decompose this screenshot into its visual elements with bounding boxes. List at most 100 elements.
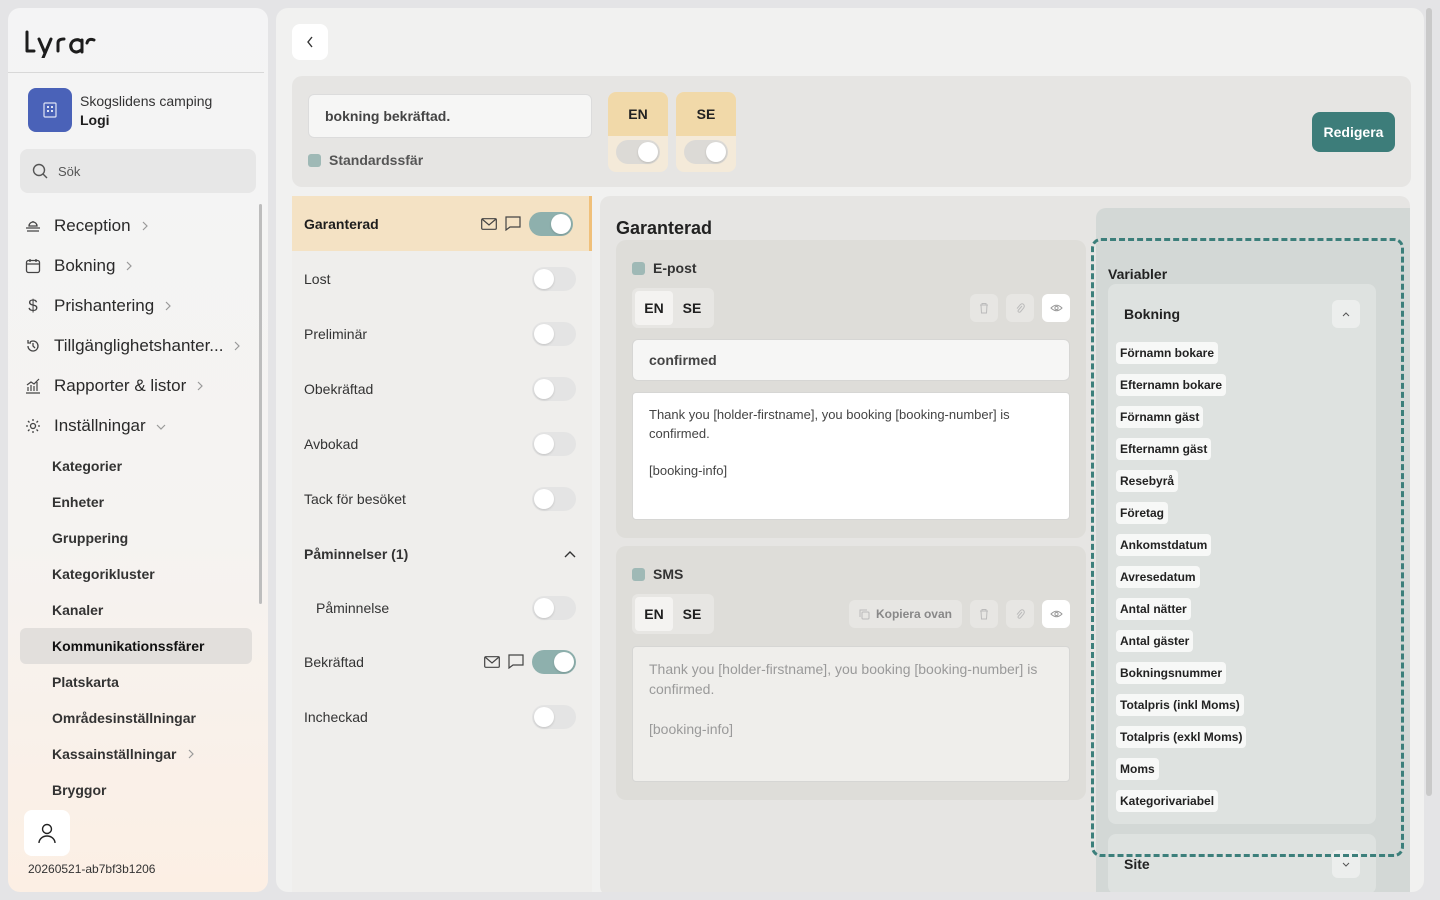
variable-chip[interactable]: Totalpris (inkl Moms) [1116,694,1244,716]
delete-button[interactable] [970,600,998,628]
variable-chip[interactable]: Bokningsnummer [1116,662,1227,684]
variable-chip[interactable]: Företag [1116,502,1169,524]
status-toggle[interactable] [532,266,576,291]
expand-button[interactable] [1332,850,1360,878]
nav-label: Rapporter & listor [54,376,187,395]
variable-chip[interactable]: Avresedatum [1116,566,1200,588]
status-label: Garanterad [304,215,379,232]
email-enabled-checkbox[interactable]: E-post [632,260,697,276]
variable-chip[interactable]: Resebyrå [1116,470,1179,492]
chart-icon [24,377,42,395]
page-scrollbar[interactable] [1426,8,1432,796]
variable-chip[interactable]: Ankomstdatum [1116,534,1212,556]
variable-row: Antal nätter [1116,598,1246,630]
collapse-button[interactable] [1332,300,1360,328]
status-item-garanterad[interactable]: Garanterad [292,196,592,251]
nav-item-installningar[interactable]: Inställningar [24,406,256,446]
variable-chip[interactable]: Förnamn gäst [1116,406,1204,428]
attach-button[interactable] [1006,600,1034,628]
nav-item-rapporter[interactable]: Rapporter & listor [24,366,256,406]
variable-chip[interactable]: Moms [1116,758,1159,780]
status-label: Tack för besöket [304,490,406,507]
sms-body-textarea[interactable]: Thank you [holder-firstname], you bookin… [632,646,1070,782]
tab-se[interactable]: SE [673,291,711,325]
status-item-tack[interactable]: Tack för besöket [292,471,592,526]
status-item-incheckad[interactable]: Incheckad [292,689,592,744]
subnav-item-kategorier[interactable]: Kategorier [20,448,252,484]
email-subject-input[interactable]: confirmed [632,339,1070,381]
tab-en[interactable]: EN [635,597,673,631]
variable-chip[interactable]: Efternamn gäst [1116,438,1212,460]
subnav-item-enheter[interactable]: Enheter [20,484,252,520]
status-item-preliminar[interactable]: Preliminär [292,306,592,361]
delete-button[interactable] [970,294,998,322]
variable-row: Efternamn bokare [1116,374,1246,406]
checkbox-checked-icon [308,153,321,167]
subnav-item-kanaler[interactable]: Kanaler [20,592,252,628]
subnav-item-kassainstallningar[interactable]: Kassainställningar [20,736,252,772]
sms-enabled-checkbox[interactable]: SMS [632,566,683,582]
organization-switcher[interactable]: Skogslidens camping Logi [28,88,212,132]
variable-chip[interactable]: Antal gäster [1116,630,1194,652]
lyra-logo [25,30,96,58]
subnav-item-kategorikluster[interactable]: Kategorikluster [20,556,252,592]
status-toggle[interactable] [532,486,576,511]
sms-tools: Kopiera ovan [848,600,1070,628]
status-item-obekraftad[interactable]: Obekräftad [292,361,592,416]
user-profile-button[interactable] [24,810,70,856]
nav-item-tillganglighet[interactable]: Tillgänglighetshanter... [24,326,256,366]
trash-icon [980,303,988,314]
status-toggle[interactable] [532,704,576,729]
status-toggle[interactable] [532,376,576,401]
preview-button[interactable] [1042,294,1070,322]
attach-button[interactable] [1006,294,1034,322]
status-toggle[interactable] [532,649,576,674]
tab-en[interactable]: EN [635,291,673,325]
language-se-toggle[interactable] [684,140,728,164]
variable-row: Efternamn gäst [1116,438,1246,470]
status-item-avbokad[interactable]: Avbokad [292,416,592,471]
sidebar-scrollbar[interactable] [259,204,262,604]
status-toggle[interactable] [532,431,576,456]
nav-item-bokning[interactable]: Bokning [24,246,256,286]
variable-chip[interactable]: Efternamn bokare [1116,374,1227,396]
tab-se[interactable]: SE [673,597,711,631]
variable-row: Förnamn gäst [1116,406,1246,438]
preview-button[interactable] [1042,600,1070,628]
sphere-name-field[interactable]: bokning bekräftad. [308,94,592,138]
subnav-item-kommunikationssfarer[interactable]: Kommunikationssfärer [20,628,252,664]
nav-item-prishantering[interactable]: $ Prishantering [24,286,256,326]
status-toggle[interactable] [529,211,573,236]
email-body-line: [booking-info] [649,463,728,478]
sms-language-tabs: EN SE [632,594,714,634]
status-item-paminnelse[interactable]: Påminnelse [292,581,592,634]
variable-chip[interactable]: Totalpris (exkl Moms) [1116,726,1247,748]
subnav-item-omradesinstallningar[interactable]: Områdesinställningar [20,700,252,736]
subnav-item-platskarta[interactable]: Platskarta [20,664,252,700]
status-item-lost[interactable]: Lost [292,251,592,306]
variable-row: Kategorivariabel [1116,790,1246,822]
status-item-bekraftad[interactable]: Bekräftad [292,634,592,689]
email-body-line: Thank you [holder-firstname], you bookin… [649,407,1010,441]
subnav-label: Kassainställningar [52,746,177,762]
nav-item-reception[interactable]: Reception [24,206,256,246]
subnav-item-gruppering[interactable]: Gruppering [20,520,252,556]
chevron-up-icon [564,550,576,557]
status-toggle[interactable] [532,321,576,346]
copy-from-above-button[interactable]: Kopiera ovan [848,600,962,628]
variable-chip[interactable]: Kategorivariabel [1116,790,1219,812]
status-toggle[interactable] [532,595,576,620]
reminders-group-header[interactable]: Påminnelser (1) [292,526,592,581]
back-button[interactable] [292,24,328,60]
variable-chip[interactable]: Förnamn bokare [1116,342,1219,364]
subnav-item-bryggor[interactable]: Bryggor [20,772,252,808]
default-sphere-checkbox[interactable]: Standardssfär [308,152,423,168]
email-body-textarea[interactable]: Thank you [holder-firstname], you bookin… [632,392,1070,520]
language-label: SE [676,92,736,136]
email-language-tabs: EN SE [632,288,714,328]
chevron-right-icon [187,746,195,762]
language-en-toggle[interactable] [616,140,660,164]
search-input[interactable]: Sök [20,149,256,193]
variable-chip[interactable]: Antal nätter [1116,598,1191,620]
edit-button[interactable]: Redigera [1312,112,1395,152]
